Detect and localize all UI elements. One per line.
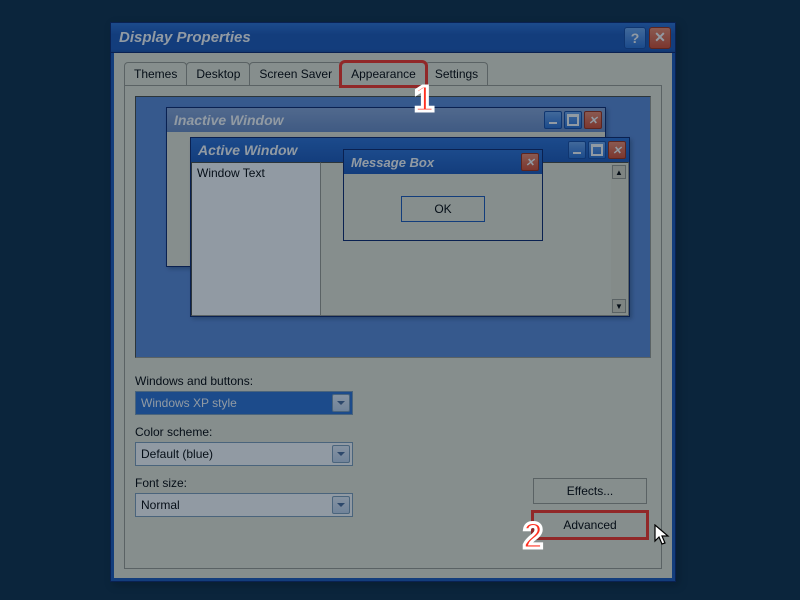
minimize-icon — [568, 141, 586, 159]
minimize-icon — [544, 111, 562, 129]
title-bar-buttons: ? ✕ — [624, 27, 671, 49]
tab-panel: Inactive Window Active Window — [124, 85, 662, 569]
right-button-column: Effects... Advanced — [533, 478, 647, 538]
color-scheme-combobox[interactable]: Default (blue) — [135, 442, 353, 466]
close-icon: ✕ — [654, 29, 666, 46]
window-title: Display Properties — [119, 29, 251, 46]
preview-window-text: Window Text — [191, 162, 321, 316]
title-bar[interactable]: Display Properties ? ✕ — [111, 23, 675, 53]
preview-active-controls — [568, 141, 626, 159]
help-button[interactable]: ? — [624, 27, 646, 49]
tab-themes[interactable]: Themes — [124, 62, 187, 85]
preview-ok-button: OK — [401, 196, 485, 222]
tab-screen-saver[interactable]: Screen Saver — [249, 62, 342, 85]
maximize-icon — [588, 141, 606, 159]
windows-buttons-row: Windows and buttons: Windows XP style — [135, 374, 651, 415]
windows-buttons-label: Windows and buttons: — [135, 374, 651, 388]
close-icon — [608, 141, 626, 159]
preview-active-body: Window Text ▲ ▼ Message Box — [191, 162, 629, 316]
chevron-down-icon — [332, 496, 350, 514]
advanced-button[interactable]: Advanced — [533, 512, 647, 538]
tab-desktop[interactable]: Desktop — [186, 62, 250, 85]
tab-appearance[interactable]: Appearance — [341, 62, 426, 86]
scroll-down-icon: ▼ — [612, 299, 626, 313]
scroll-up-icon: ▲ — [612, 165, 626, 179]
windows-buttons-combobox[interactable]: Windows XP style — [135, 391, 353, 415]
font-size-combobox[interactable]: Normal — [135, 493, 353, 517]
effects-button[interactable]: Effects... — [533, 478, 647, 504]
preview-active-title: Active Window — [198, 142, 297, 158]
windows-buttons-value: Windows XP style — [141, 396, 237, 410]
close-icon — [521, 153, 539, 171]
tab-strip: Themes Desktop Screen Saver Appearance S… — [124, 61, 662, 85]
chevron-down-icon — [332, 445, 350, 463]
scrollbar: ▲ ▼ — [611, 164, 627, 314]
display-properties-window: Display Properties ? ✕ Themes Desktop Sc… — [110, 22, 676, 582]
color-scheme-value: Default (blue) — [141, 447, 213, 461]
color-scheme-row: Color scheme: Default (blue) — [135, 425, 651, 466]
preview-inactive-controls — [544, 111, 602, 129]
close-icon — [584, 111, 602, 129]
preview-msgbox-title: Message Box — [351, 155, 434, 170]
preview-inactive-title-bar: Inactive Window — [167, 108, 605, 132]
preview-msgbox-title-bar: Message Box — [344, 150, 542, 174]
preview-msgbox-body: OK — [344, 174, 542, 240]
preview-msgbox-controls — [521, 153, 539, 171]
preview-inactive-title: Inactive Window — [174, 112, 284, 128]
close-button[interactable]: ✕ — [649, 27, 671, 49]
preview-content-pane: ▲ ▼ Message Box — [321, 162, 629, 316]
chevron-down-icon — [332, 394, 350, 412]
tab-settings[interactable]: Settings — [425, 62, 488, 85]
client-area: Themes Desktop Screen Saver Appearance S… — [111, 53, 675, 581]
color-scheme-label: Color scheme: — [135, 425, 651, 439]
appearance-preview: Inactive Window Active Window — [135, 96, 651, 358]
maximize-icon — [564, 111, 582, 129]
preview-active-window: Active Window Window Text ▲ ▼ — [190, 137, 630, 317]
preview-message-box: Message Box OK — [343, 149, 543, 241]
font-size-value: Normal — [141, 498, 180, 512]
